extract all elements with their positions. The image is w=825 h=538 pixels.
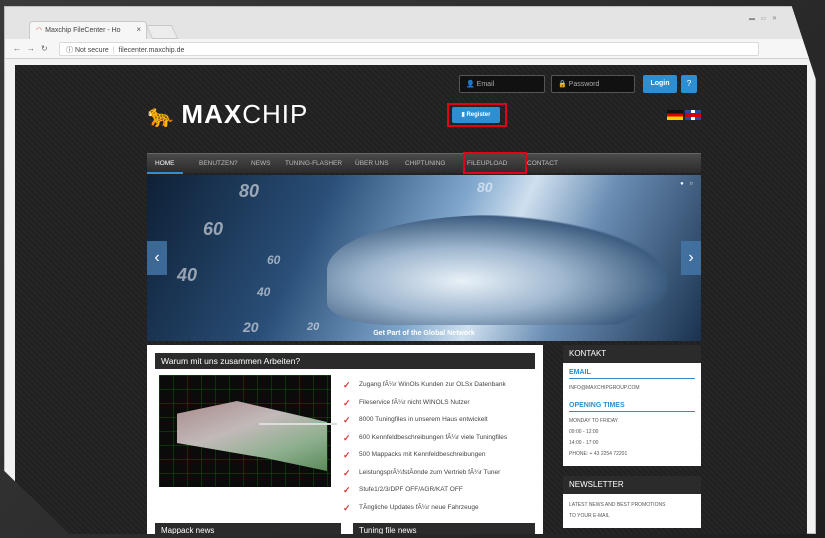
mappack-news-header[interactable]: Mappack news (155, 523, 341, 534)
check-icon: ✓ (343, 415, 351, 425)
list-item: ✓ 500 Mappacks mit Kennfeldbeschreibungen (343, 450, 486, 460)
slider-next-icon[interactable]: › (681, 241, 701, 275)
tab-title: Maxchip FileCenter - Ho (45, 27, 121, 34)
speed-number: 60 (267, 253, 281, 267)
list-item: ✓ TÃ¤gliche Updates fÃ¼r neue Fahrzeuge (343, 502, 479, 513)
list-item: ✓ Zugang fÃ¼r WinOls Kunden zur OLSx Date… (343, 380, 506, 390)
feature-list: ✓ Zugang fÃ¼r WinOls Kunden zur OLSx Date… (343, 379, 539, 519)
browser-tab[interactable]: ◠ Maxchip FileCenter - Ho × (29, 21, 147, 39)
logo-light-text: CHIP (242, 99, 309, 129)
url-field[interactable]: ⓘ Not secure | filecenter.maxchip.de (59, 42, 759, 56)
password-field[interactable]: 🔒 Password (551, 75, 635, 93)
back-icon[interactable]: ← (13, 44, 21, 53)
why-us-box: Warum mit uns zusammen Arbeiten? ✓ Zugang… (147, 345, 543, 534)
check-icon: ✓ (343, 450, 351, 460)
language-switcher (665, 107, 701, 125)
reload-icon[interactable]: ↻ (41, 44, 48, 53)
maxchip-logo[interactable]: 🐆 MAXCHIP (147, 99, 308, 130)
list-item: ✓ 8000 Tuningfiles in unserem Haus entwic… (343, 415, 488, 425)
info-icon[interactable]: ⓘ (66, 47, 73, 54)
hero-slider: 80 60 40 20 60 80 40 20 ‹ › ● ○ Get Part… (147, 175, 701, 341)
help-button[interactable]: ? (681, 75, 697, 93)
opening-days: MONDAY TO FRIDAY (569, 418, 618, 424)
password-placeholder: Password (568, 81, 600, 88)
address-bar: ← → ↻ ⓘ Not secure | filecenter.maxchip.de (5, 39, 815, 59)
logo-bold-text: MAX (181, 99, 243, 129)
nav-news[interactable]: News (243, 154, 279, 174)
newsletter-header: NEWSLETTER (563, 476, 701, 494)
check-icon: ✓ (343, 502, 351, 513)
register-highlight-box (447, 103, 507, 127)
close-tab-icon[interactable]: × (136, 25, 141, 34)
uk-flag-icon[interactable] (685, 110, 701, 120)
hero-caption: Get Part of the Global Network (373, 330, 475, 337)
list-item: ✓ 600 Kennfeldbeschreibungen fÃ¼r viele T… (343, 432, 508, 443)
list-item: ✓ Fileservice fÃ¼r nicht WINOLS Nutzer (343, 397, 470, 408)
email-field[interactable]: 👤 Email (459, 75, 545, 93)
url-text: filecenter.maxchip.de (118, 47, 185, 54)
map-3d-image (159, 375, 337, 487)
webpage: 🐆 MAXCHIP 👤 Email 🔒 Password Login ? ▮ Re… (15, 65, 807, 534)
map-pointer-line (259, 423, 337, 425)
check-icon: ✓ (343, 467, 351, 478)
nav-benutzen[interactable]: Benutzen? (191, 154, 246, 174)
email-placeholder: Email (476, 81, 495, 88)
sidebar: KONTAKT EMAIL INFO@MAXCHIPGROUP.COM OPEN… (563, 345, 701, 528)
tab-strip: ◠ Maxchip FileCenter - Ho × ▬ ▭ ✕ (5, 7, 815, 39)
kontakt-header: KONTAKT (563, 345, 701, 363)
maxchip-favicon-icon: ◠ (36, 27, 43, 34)
check-icon: ✓ (343, 380, 351, 390)
panther-icon: 🐆 (147, 103, 176, 128)
opening-time-2: 14:00 - 17:00 (569, 440, 599, 446)
main-navigation: Home Benutzen? News Tuning-Flasher Über … (147, 153, 701, 174)
new-tab-button[interactable] (145, 25, 179, 39)
opening-times-heading: OPENING TIMES (569, 402, 695, 412)
email-heading: EMAIL (569, 369, 695, 379)
security-label: Not secure (74, 47, 109, 54)
german-flag-icon[interactable] (667, 110, 683, 120)
speed-number: 60 (203, 219, 224, 239)
nav-ueber-uns[interactable]: Über uns (347, 154, 397, 174)
newsletter-text-2: TO YOUR E-MAIL (569, 513, 610, 519)
check-icon: ✓ (343, 397, 351, 408)
phone-number: PHONE: + 43 2254 72201 (569, 451, 628, 457)
tuning-file-news-header[interactable]: Tuning file news (353, 523, 535, 534)
user-icon: 👤 (466, 81, 475, 88)
car-image (327, 215, 667, 325)
email-link[interactable]: INFO@MAXCHIPGROUP.COM (569, 383, 695, 394)
list-item: ✓ LeistungsprÃ¼fstÃ¤nde zum Vertrieb fÃ¼r… (343, 467, 501, 478)
speed-number: 80 (239, 181, 260, 201)
newsletter-text-1: LATEST NEWS AND BEST PROMOTIONS (569, 502, 666, 508)
list-item: ✓ Stufe1/2/3/DPF OFF/AGR/KAT OFF (343, 485, 463, 495)
forward-icon[interactable]: → (27, 44, 35, 53)
slider-prev-icon[interactable]: ‹ (147, 241, 167, 275)
why-us-title: Warum mit uns zusammen Arbeiten? (155, 353, 535, 369)
newsletter-body: LATEST NEWS AND BEST PROMOTIONS TO YOUR … (563, 494, 701, 528)
window-controls[interactable]: ▬ ▭ ✕ (749, 15, 779, 22)
nav-home[interactable]: Home (147, 154, 183, 174)
map-surface (177, 401, 327, 471)
nav-tuning-flasher[interactable]: Tuning-Flasher (277, 154, 350, 174)
lock-icon: 🔒 (558, 81, 567, 88)
login-button[interactable]: Login (643, 75, 677, 93)
nav-chiptuning[interactable]: Chiptuning (397, 154, 453, 174)
browser-window: ◠ Maxchip FileCenter - Ho × ▬ ▭ ✕ ← → ↻ ⓘ… (4, 6, 816, 534)
check-icon: ✓ (343, 485, 351, 495)
speed-number: 40 (177, 265, 198, 285)
speed-number: 40 (257, 285, 271, 299)
opening-time-1: 09:00 - 12:00 (569, 429, 599, 435)
fileupload-highlight-box (463, 152, 527, 174)
slider-dots[interactable]: ● ○ (680, 181, 695, 187)
speed-number: 80 (477, 179, 493, 195)
kontakt-body: EMAIL INFO@MAXCHIPGROUP.COM OPENING TIME… (563, 363, 701, 466)
check-icon: ✓ (343, 432, 351, 443)
